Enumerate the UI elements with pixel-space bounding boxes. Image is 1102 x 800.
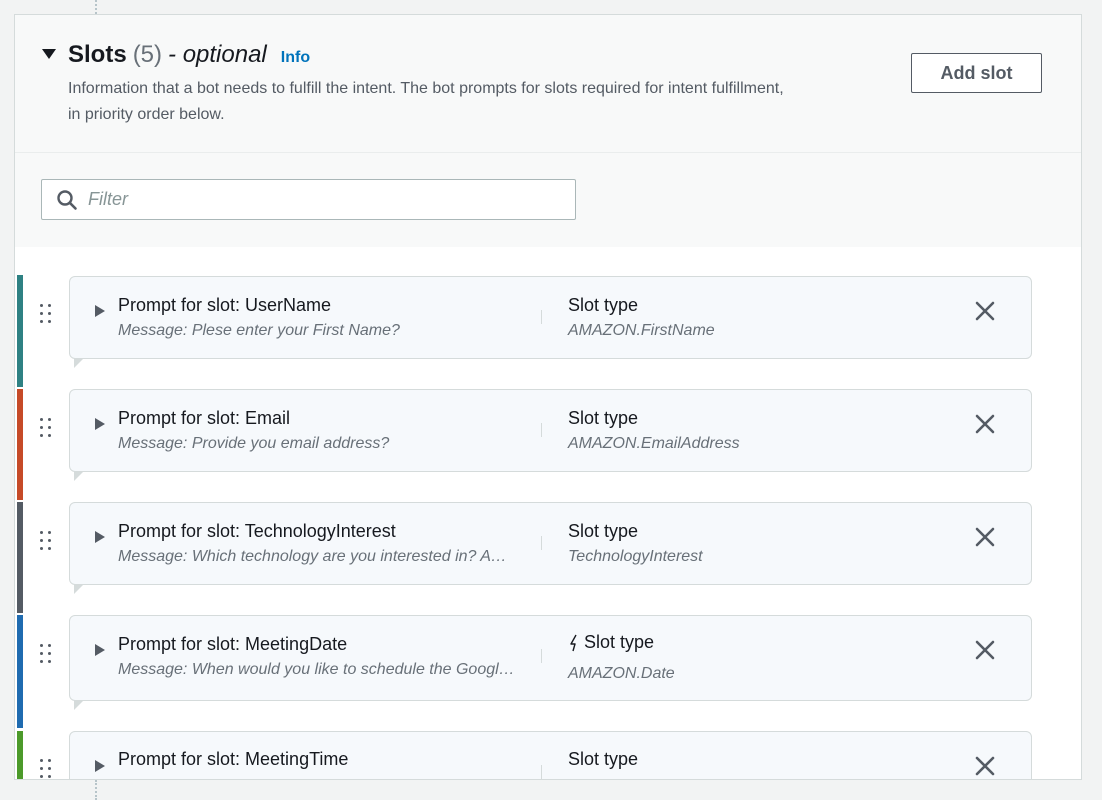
slot-type-value: AMAZON.EmailAddress [568, 435, 740, 452]
column-divider [541, 423, 542, 437]
slot-color-bar [17, 502, 23, 613]
slot-row: Prompt for slot: MeetingDate Message: Wh… [15, 615, 1081, 728]
search-icon [57, 189, 77, 210]
slot-row: Prompt for slot: UserName Message: Plese… [15, 275, 1081, 387]
slot-prompt-name: Prompt for slot: Email [118, 408, 291, 428]
column-divider [541, 536, 542, 550]
timeline-connector-bottom [95, 780, 97, 800]
card-tail [74, 460, 84, 481]
slot-type-label-text: Slot type [568, 295, 639, 315]
close-icon[interactable] [974, 300, 996, 322]
section-title-row: Slots (5) - optional Info [68, 41, 310, 69]
slot-color-bar [17, 615, 23, 728]
section-description: Information that a bot needs to fulfill … [68, 80, 784, 123]
slot-card[interactable]: Prompt for slot: UserName Message: Plese… [69, 276, 1032, 368]
caret-right-icon[interactable] [95, 531, 105, 543]
add-slot-button[interactable]: Add slot [911, 53, 1042, 93]
slot-type-label: Slot type [568, 408, 638, 429]
column-divider [541, 310, 542, 324]
slot-count: (5) [132, 41, 163, 68]
slot-message: Message: Provide you email address? [118, 435, 390, 452]
close-icon[interactable] [974, 413, 996, 435]
caret-right-icon[interactable] [95, 760, 105, 772]
slot-type-label-text: Slot type [568, 408, 639, 428]
drag-handle-icon[interactable] [40, 759, 52, 779]
lightning-bolt-icon [570, 634, 577, 651]
slot-card[interactable]: Prompt for slot: MeetingDate Message: Wh… [69, 615, 1032, 710]
slot-type-label: Slot type [568, 521, 638, 542]
drag-handle-icon[interactable] [40, 418, 52, 438]
drag-handle-icon[interactable] [40, 531, 52, 551]
slot-type-label-text: Slot type [584, 632, 655, 652]
slot-row: Prompt for slot: MeetingTime Slot type [15, 731, 1081, 779]
slots-panel: Slots (5) - optional Info Information th… [14, 14, 1082, 780]
drag-handle-icon[interactable] [40, 304, 52, 324]
caret-right-icon[interactable] [95, 418, 105, 430]
close-icon[interactable] [974, 755, 996, 777]
slot-type-value: AMAZON.Date [568, 665, 675, 682]
slot-prompt-name: Prompt for slot: MeetingDate [118, 634, 348, 654]
slot-row: Prompt for slot: TechnologyInterest Mess… [15, 502, 1081, 613]
filter-input[interactable] [88, 189, 568, 210]
filter-field[interactable] [41, 179, 576, 220]
column-divider [541, 765, 542, 779]
slot-prompt-name: Prompt for slot: MeetingTime [118, 749, 349, 769]
slot-type-label-text: Slot type [568, 521, 639, 541]
slot-card[interactable]: Prompt for slot: MeetingTime Slot type [69, 731, 1032, 779]
slot-color-bar [17, 731, 23, 779]
caret-right-icon[interactable] [95, 305, 105, 317]
column-divider [541, 649, 542, 663]
slot-prompt-name: Prompt for slot: UserName [118, 295, 332, 315]
header-divider [15, 152, 1081, 153]
card-tail [74, 689, 84, 710]
slot-type-label: Slot type [568, 632, 654, 653]
slot-message: Message: Plese enter your First Name? [118, 322, 400, 339]
caret-down-icon[interactable] [42, 49, 56, 59]
optional-label: - optional [168, 41, 267, 68]
info-link[interactable]: Info [281, 49, 310, 67]
slot-type-value: AMAZON.FirstName [568, 322, 715, 339]
slot-type-label-text: Slot type [568, 749, 639, 769]
card-tail [74, 573, 84, 594]
drag-handle-icon[interactable] [40, 644, 52, 664]
close-icon[interactable] [974, 639, 996, 661]
slot-message: Message: Which technology are you intere… [118, 548, 518, 565]
slot-row: Prompt for slot: Email Message: Provide … [15, 389, 1081, 500]
section-title: Slots [68, 41, 127, 68]
slot-message: Message: When would you like to schedule… [118, 661, 518, 678]
card-tail [74, 347, 84, 368]
slot-type-label: Slot type [568, 295, 638, 316]
slot-type-label: Slot type [568, 749, 638, 770]
slot-type-value: TechnologyInterest [568, 548, 703, 565]
timeline-connector-top [95, 0, 97, 14]
slot-prompt-name: Prompt for slot: TechnologyInterest [118, 521, 396, 541]
slot-card[interactable]: Prompt for slot: TechnologyInterest Mess… [69, 502, 1032, 594]
close-icon[interactable] [974, 526, 996, 548]
slot-color-bar [17, 389, 23, 500]
slot-color-bar [17, 275, 23, 387]
slots-panel-header: Slots (5) - optional Info Information th… [15, 15, 1081, 247]
slot-card[interactable]: Prompt for slot: Email Message: Provide … [69, 389, 1032, 481]
caret-right-icon[interactable] [95, 644, 105, 656]
